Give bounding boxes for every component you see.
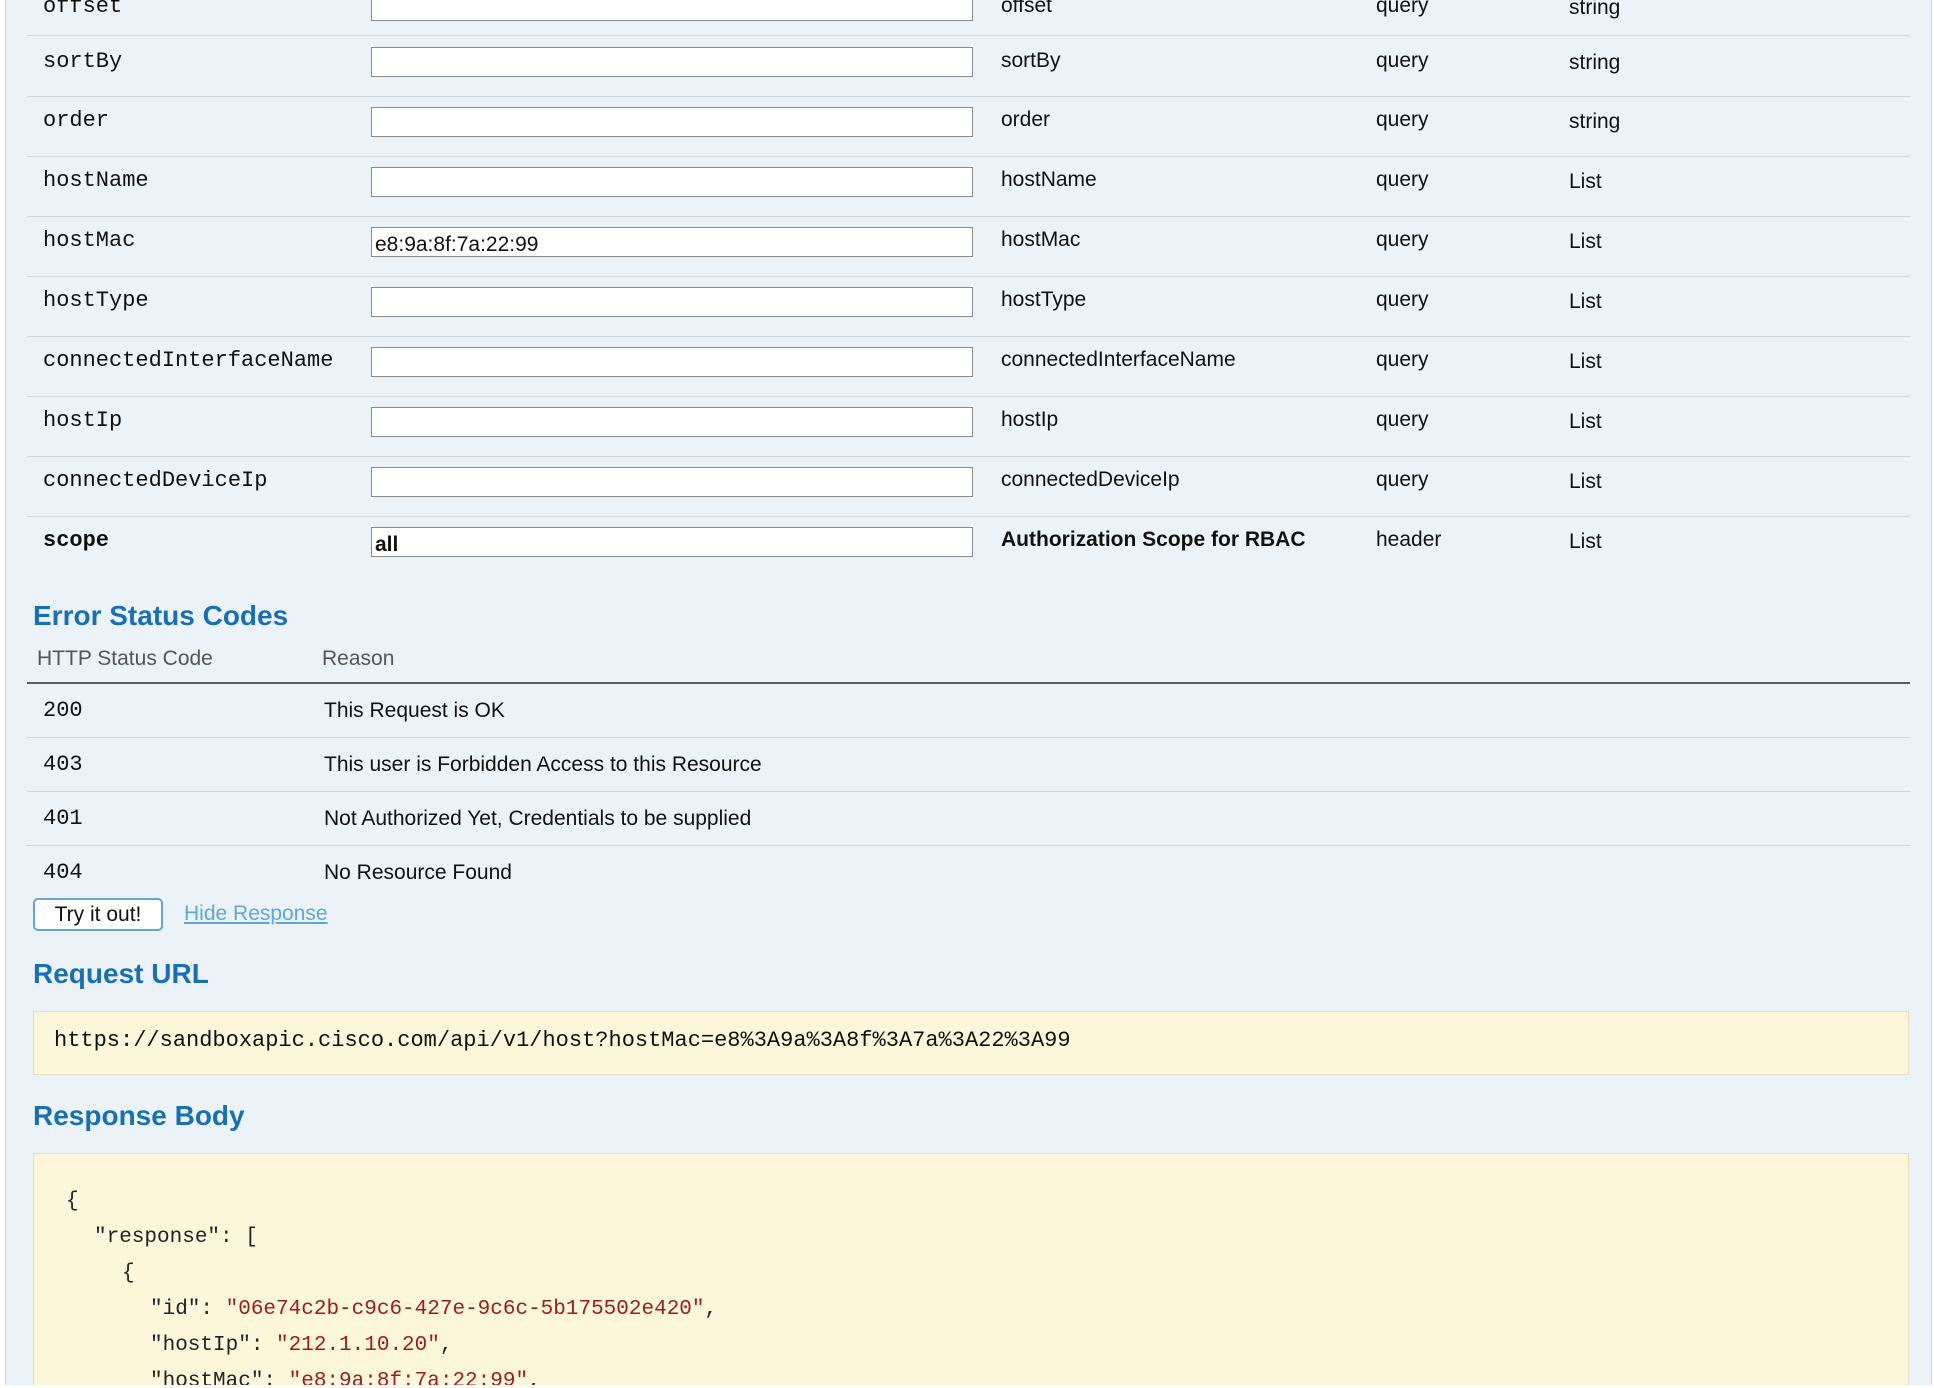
param-type: query: [1376, 408, 1429, 431]
json-response-key: "response": [: [94, 1226, 258, 1249]
request-url-text: https://sandboxapic.cisco.com/api/v1/hos…: [54, 1028, 1071, 1053]
param-order-input[interactable]: [371, 107, 973, 137]
param-hostmac-input[interactable]: [371, 227, 973, 257]
request-url-box: https://sandboxapic.cisco.com/api/v1/hos…: [33, 1011, 1909, 1075]
param-data-type: string: [1569, 51, 1621, 74]
status-reason: This user is Forbidden Access to this Re…: [324, 753, 762, 776]
param-description: hostIp: [1001, 408, 1059, 431]
response-body-box: { "response": [ { "id": "06e74c2b-c9c6-4…: [33, 1153, 1909, 1386]
json-comma: ,: [704, 1298, 718, 1321]
param-type: query: [1376, 228, 1429, 251]
param-row-sortby: sortBy sortBy query string: [27, 36, 1910, 97]
param-row-hosttype: hostType hostType query List: [27, 276, 1910, 337]
param-name: hostMac: [43, 228, 136, 253]
param-type: query: [1376, 0, 1429, 17]
error-codes-table-header: HTTP Status Code Reason: [27, 642, 1910, 684]
param-row-offset: offset offset query string: [27, 0, 1910, 36]
param-data-type: List: [1569, 350, 1602, 373]
json-string-value: "e8:9a:8f:7a:22:99": [288, 1370, 529, 1386]
param-description: hostMac: [1001, 228, 1081, 251]
json-string-value: "212.1.10.20": [276, 1334, 440, 1357]
param-data-type: string: [1569, 0, 1621, 19]
param-sortby-input[interactable]: [371, 47, 973, 77]
param-type: query: [1376, 288, 1429, 311]
json-key: "hostIp":: [150, 1334, 277, 1357]
param-row-connecteddeviceip: connectedDeviceIp connectedDeviceIp quer…: [27, 456, 1910, 517]
param-description: sortBy: [1001, 49, 1061, 72]
param-row-hostmac: hostMac hostMac query List: [27, 216, 1910, 277]
param-hostip-input[interactable]: [371, 407, 973, 437]
json-hostmac-line: "hostMac": "e8:9a:8f:7a:22:99",: [150, 1370, 541, 1386]
param-connecteddeviceip-input[interactable]: [371, 467, 973, 497]
param-data-type: List: [1569, 290, 1602, 313]
param-description: Authorization Scope for RBAC: [1001, 528, 1306, 551]
param-description: hostType: [1001, 288, 1087, 311]
json-id-line: "id": "06e74c2b-c9c6-427e-9c6c-5b175502e…: [150, 1298, 717, 1321]
param-name: offset: [43, 0, 123, 19]
operation-panel: offset offset query string sortBy sortBy…: [5, 0, 1932, 1386]
status-reason: Not Authorized Yet, Credentials to be su…: [324, 807, 752, 830]
request-url-heading: Request URL: [33, 958, 209, 989]
json-item-open: {: [122, 1262, 135, 1285]
param-data-type: List: [1569, 470, 1602, 493]
param-name: scope: [43, 528, 110, 553]
param-type: query: [1376, 468, 1429, 491]
param-name: connectedInterfaceName: [43, 348, 334, 373]
json-key: "id":: [150, 1298, 226, 1321]
param-description: order: [1001, 108, 1051, 131]
status-code: 404: [43, 860, 83, 885]
param-row-hostname: hostName hostName query List: [27, 156, 1910, 217]
param-data-type: List: [1569, 530, 1602, 553]
param-connectedinterfacename-input[interactable]: [371, 347, 973, 377]
param-name: sortBy: [43, 49, 123, 74]
status-code: 403: [43, 752, 83, 777]
json-string-value: "06e74c2b-c9c6-427e-9c6c-5b175502e420": [225, 1298, 705, 1321]
column-header-reason: Reason: [322, 647, 395, 670]
param-type: query: [1376, 108, 1429, 131]
param-row-order: order order query string: [27, 96, 1910, 157]
json-key: "hostMac":: [150, 1370, 289, 1386]
table-row: 401 Not Authorized Yet, Credentials to b…: [27, 792, 1910, 846]
param-data-type: string: [1569, 110, 1621, 133]
json-open-brace: {: [66, 1190, 79, 1213]
param-offset-input[interactable]: [371, 0, 973, 21]
error-status-codes-heading: Error Status Codes: [33, 600, 289, 631]
param-data-type: List: [1569, 410, 1602, 433]
param-description: connectedDeviceIp: [1001, 468, 1180, 491]
response-body-heading: Response Body: [33, 1100, 245, 1131]
hide-response-link[interactable]: Hide Response: [184, 902, 328, 926]
param-name: hostType: [43, 288, 149, 313]
param-type: query: [1376, 348, 1429, 371]
param-row-hostip: hostIp hostIp query List: [27, 396, 1910, 457]
json-comma: ,: [528, 1370, 541, 1386]
param-hostname-input[interactable]: [371, 167, 973, 197]
param-row-connectedinterfacename: connectedInterfaceName connectedInterfac…: [27, 336, 1910, 397]
param-name: hostIp: [43, 408, 123, 433]
param-description: hostName: [1001, 168, 1097, 191]
param-type: header: [1376, 528, 1442, 551]
param-name: connectedDeviceIp: [43, 468, 268, 493]
param-scope-input[interactable]: [371, 527, 973, 557]
param-type: query: [1376, 168, 1429, 191]
json-comma: ,: [439, 1334, 453, 1357]
json-hostip-line: "hostIp": "212.1.10.20",: [150, 1334, 452, 1357]
param-description: offset: [1001, 0, 1052, 17]
status-code: 200: [43, 698, 83, 723]
param-name: hostName: [43, 168, 149, 193]
status-reason: This Request is OK: [324, 699, 505, 722]
param-type: query: [1376, 49, 1429, 72]
param-row-scope: scope Authorization Scope for RBAC heade…: [27, 516, 1910, 576]
status-reason: No Resource Found: [324, 861, 512, 884]
try-it-out-button[interactable]: Try it out!: [33, 898, 163, 931]
table-row: 403 This user is Forbidden Access to thi…: [27, 738, 1910, 792]
status-code: 401: [43, 806, 83, 831]
param-hosttype-input[interactable]: [371, 287, 973, 317]
param-data-type: List: [1569, 170, 1602, 193]
param-description: connectedInterfaceName: [1001, 348, 1236, 371]
param-name: order: [43, 108, 110, 133]
table-row: 200 This Request is OK: [27, 684, 1910, 738]
param-data-type: List: [1569, 230, 1602, 253]
table-row: 404 No Resource Found: [27, 846, 1910, 899]
column-header-status-code: HTTP Status Code: [37, 647, 213, 670]
